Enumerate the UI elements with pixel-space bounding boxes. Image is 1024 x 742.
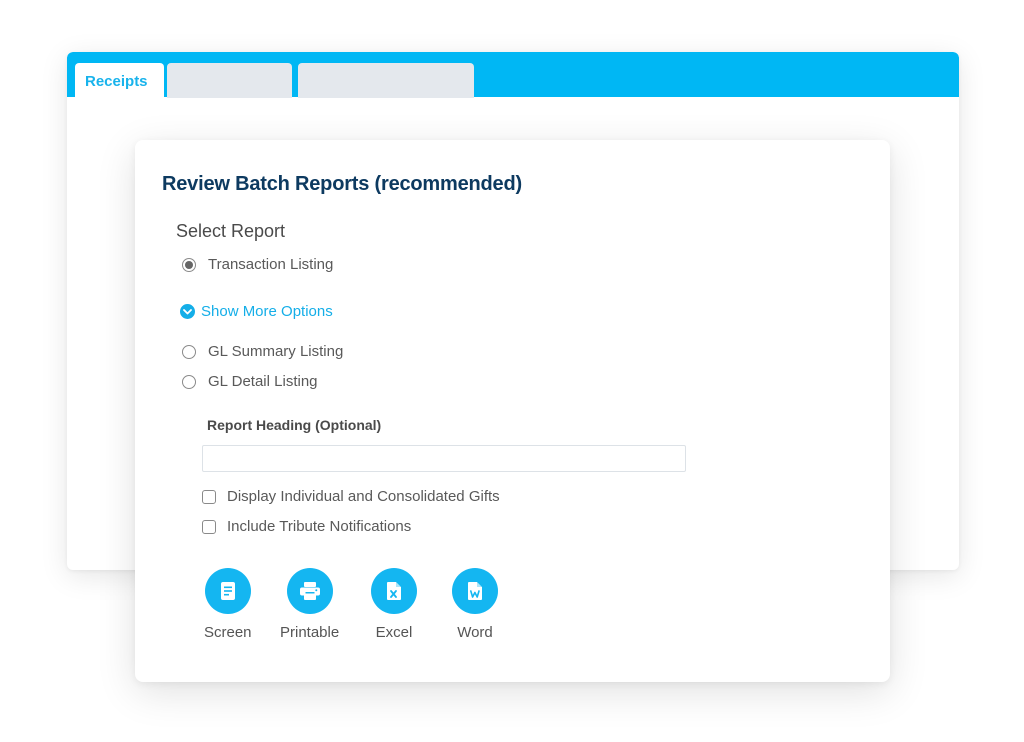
dialog-title: Review Batch Reports (recommended) — [162, 173, 522, 195]
excel-output-button[interactable]: Excel — [371, 568, 417, 641]
printer-icon — [299, 582, 320, 600]
word-file-icon — [468, 582, 482, 600]
chevron-down-circle-icon — [180, 304, 195, 319]
screen-button[interactable] — [204, 568, 251, 614]
radio-button-checked[interactable] — [182, 257, 196, 272]
excel-button[interactable] — [371, 568, 417, 614]
report-heading-label: Report Heading (Optional) — [207, 417, 382, 433]
review-batch-reports-dialog: Review Batch Reports (recommended) Selec… — [135, 140, 890, 682]
printable-output-button[interactable]: Printable — [280, 568, 339, 641]
checkbox[interactable] — [202, 489, 216, 504]
checkbox-display-individual-consolidated-gifts[interactable]: Display Individual and Consolidated Gift… — [202, 488, 500, 505]
tab-receipts-label: Receipts — [85, 73, 148, 90]
tab-receipts[interactable]: Receipts — [75, 63, 164, 98]
radio-gl-summary-listing[interactable]: GL Summary Listing — [182, 343, 343, 360]
word-label: Word — [457, 624, 493, 641]
radio-transaction-listing[interactable]: Transaction Listing — [182, 256, 333, 273]
word-button[interactable] — [452, 568, 498, 614]
document-icon — [220, 582, 235, 600]
radio-label: Transaction Listing — [208, 256, 334, 273]
word-output-button[interactable]: Word — [452, 568, 498, 641]
checkbox-include-tribute-notifications[interactable]: Include Tribute Notifications — [202, 518, 411, 535]
select-report-label: Select Report — [176, 221, 286, 241]
excel-file-icon — [387, 582, 401, 600]
radio-label: GL Summary Listing — [208, 343, 344, 360]
checkbox[interactable] — [202, 519, 216, 534]
checkbox-label: Include Tribute Notifications — [227, 518, 412, 535]
radio-button[interactable] — [182, 344, 196, 359]
show-more-options-label: Show More Options — [201, 303, 333, 320]
tab-bar: Receipts — [67, 52, 959, 98]
radio-gl-detail-listing[interactable]: GL Detail Listing — [182, 373, 318, 390]
radio-label: GL Detail Listing — [208, 373, 318, 390]
tab-3[interactable] — [298, 63, 474, 98]
show-more-options-toggle[interactable]: Show More Options — [180, 303, 333, 320]
screen-output-button[interactable]: Screen — [204, 568, 252, 641]
excel-label: Excel — [375, 624, 413, 641]
report-heading-input[interactable] — [202, 445, 686, 472]
printable-label: Printable — [280, 624, 340, 641]
tab-2[interactable] — [167, 63, 292, 98]
checkbox-label: Display Individual and Consolidated Gift… — [227, 488, 500, 505]
screen-label: Screen — [204, 624, 252, 641]
radio-button[interactable] — [182, 374, 196, 389]
printable-button[interactable] — [286, 568, 333, 614]
